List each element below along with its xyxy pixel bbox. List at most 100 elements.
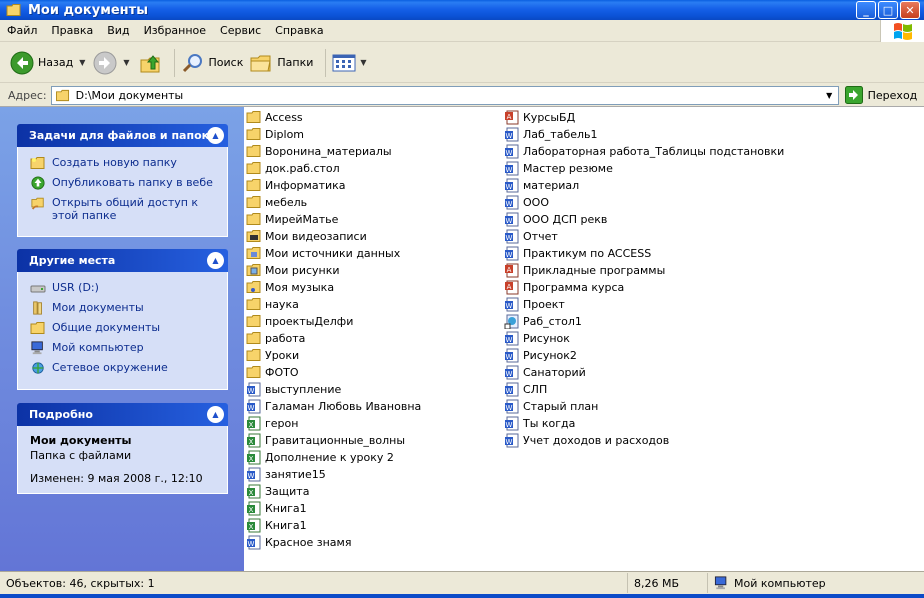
collapse-icon[interactable]: ▲ bbox=[207, 127, 224, 144]
list-item[interactable]: W Практикум по ACCESS bbox=[504, 245, 784, 262]
file-folder-tasks-panel: Задачи для файлов и папок ▲ Создать нову… bbox=[17, 124, 228, 237]
word-doc-icon: W bbox=[505, 416, 519, 431]
folder-icon bbox=[246, 332, 261, 344]
list-item[interactable]: W Рисунок bbox=[504, 330, 784, 347]
place-shared-documents[interactable]: Общие документы bbox=[30, 321, 217, 335]
list-item[interactable]: W Рисунок2 bbox=[504, 347, 784, 364]
list-item[interactable]: A Программа курса bbox=[504, 279, 784, 296]
list-item[interactable]: W ООО ДСП рекв bbox=[504, 211, 784, 228]
list-item[interactable]: W Мастер резюме bbox=[504, 160, 784, 177]
list-item[interactable]: Мои источники данных bbox=[246, 245, 421, 262]
task-new-folder[interactable]: Создать новую папку bbox=[30, 156, 217, 170]
list-item[interactable]: W Санаторий bbox=[504, 364, 784, 381]
list-item[interactable]: Воронина_материалы bbox=[246, 143, 421, 160]
list-item[interactable]: W Старый план bbox=[504, 398, 784, 415]
list-item[interactable]: ФОТО bbox=[246, 364, 421, 381]
list-item[interactable]: X Книга1 bbox=[246, 517, 421, 534]
list-item[interactable]: док.раб.стол bbox=[246, 160, 421, 177]
place-my-computer[interactable]: Мой компьютер bbox=[30, 341, 217, 355]
file-name: Красное знамя bbox=[265, 536, 352, 549]
list-item[interactable]: A Прикладные программы bbox=[504, 262, 784, 279]
list-item[interactable]: Мои видеозаписи bbox=[246, 228, 421, 245]
menu-edit[interactable]: Правка bbox=[44, 24, 100, 37]
menu-favorites[interactable]: Избранное bbox=[137, 24, 213, 37]
svg-text:W: W bbox=[506, 149, 513, 157]
list-item[interactable]: W Учет доходов и расходов bbox=[504, 432, 784, 449]
list-item[interactable]: Информатика bbox=[246, 177, 421, 194]
file-list[interactable]: Access Diplom Воронина_материалы док.раб.ст… bbox=[244, 106, 924, 571]
list-item[interactable]: X Книга1 bbox=[246, 500, 421, 517]
maximize-button[interactable]: □ bbox=[878, 1, 898, 19]
list-item[interactable]: мебель bbox=[246, 194, 421, 211]
task-publish-web[interactable]: Опубликовать папку в вебе bbox=[30, 176, 217, 190]
file-name: КурсыБД bbox=[523, 111, 576, 124]
list-item[interactable]: Access bbox=[246, 109, 421, 126]
views-button[interactable]: ▼ bbox=[332, 53, 374, 73]
chevron-down-icon[interactable]: ▼ bbox=[123, 58, 129, 67]
place-network[interactable]: Сетевое окружение bbox=[30, 361, 217, 375]
folders-label: Папки bbox=[277, 56, 314, 69]
list-item[interactable]: Уроки bbox=[246, 347, 421, 364]
minimize-button[interactable]: _ bbox=[856, 1, 876, 19]
place-my-documents[interactable]: Мои документы bbox=[30, 301, 217, 315]
details-header[interactable]: Подробно ▲ bbox=[17, 403, 228, 426]
list-item[interactable]: W Галаман Любовь Ивановна bbox=[246, 398, 421, 415]
list-item[interactable]: МирейМатье bbox=[246, 211, 421, 228]
list-item[interactable]: наука bbox=[246, 296, 421, 313]
details-type: Папка с файлами bbox=[30, 449, 132, 462]
menu-help[interactable]: Справка bbox=[268, 24, 330, 37]
list-item[interactable]: Diplom bbox=[246, 126, 421, 143]
address-input[interactable]: D:\Мои документы ▼ bbox=[50, 85, 839, 105]
menu-tools[interactable]: Сервис bbox=[213, 24, 268, 37]
svg-text:W: W bbox=[506, 387, 513, 395]
chevron-down-icon[interactable]: ▼ bbox=[79, 58, 85, 67]
list-item[interactable]: A КурсыБД bbox=[504, 109, 784, 126]
list-item[interactable]: Wзанятие15 bbox=[246, 466, 421, 483]
list-item[interactable]: работа bbox=[246, 330, 421, 347]
list-item[interactable]: W Красное знамя bbox=[246, 534, 421, 551]
list-item[interactable]: W Проект bbox=[504, 296, 784, 313]
list-item[interactable]: W Лаб_табель1 bbox=[504, 126, 784, 143]
list-item[interactable]: проектыДелфи bbox=[246, 313, 421, 330]
list-item[interactable]: W Лабораторная работа_Таблицы подстановки bbox=[504, 143, 784, 160]
word-doc-icon: W bbox=[505, 127, 519, 142]
search-button[interactable]: Поиск bbox=[181, 51, 243, 75]
folders-button[interactable]: Папки bbox=[249, 51, 313, 75]
chevron-down-icon[interactable]: ▼ bbox=[822, 88, 837, 103]
list-item[interactable]: Wвыступление bbox=[246, 381, 421, 398]
list-item[interactable]: X Дополнение к уроку 2 bbox=[246, 449, 421, 466]
list-item[interactable]: W СЛП bbox=[504, 381, 784, 398]
status-bar: Объектов: 46, скрытых: 1 8,26 МБ Мой ком… bbox=[0, 571, 924, 594]
go-arrow-icon bbox=[844, 86, 863, 104]
list-item[interactable]: W Отчет bbox=[504, 228, 784, 245]
list-item[interactable]: Раб_стол1 bbox=[504, 313, 784, 330]
close-button[interactable]: ✕ bbox=[900, 1, 920, 19]
list-item[interactable]: W Ты когда bbox=[504, 415, 784, 432]
list-item[interactable]: Wматериал bbox=[504, 177, 784, 194]
list-item[interactable]: Xгерон bbox=[246, 415, 421, 432]
collapse-icon[interactable]: ▲ bbox=[207, 406, 224, 423]
status-location-label: Мой компьютер bbox=[734, 576, 826, 590]
title-bar[interactable]: Мои документы _ □ ✕ bbox=[0, 0, 924, 20]
go-button[interactable]: Переход bbox=[844, 86, 917, 104]
chevron-down-icon[interactable]: ▼ bbox=[360, 58, 366, 67]
place-drive-d[interactable]: USR (D:) bbox=[30, 281, 217, 295]
task-share-folder[interactable]: Открыть общий доступ к этой папке bbox=[30, 196, 217, 222]
list-item[interactable]: Моя музыка bbox=[246, 279, 421, 296]
file-name: Раб_стол1 bbox=[523, 315, 582, 328]
file-folder-tasks-header[interactable]: Задачи для файлов и папок ▲ bbox=[17, 124, 228, 147]
list-item[interactable]: Мои рисунки bbox=[246, 262, 421, 279]
list-item[interactable]: W ООО bbox=[504, 194, 784, 211]
list-item[interactable]: X Защита bbox=[246, 483, 421, 500]
forward-button[interactable] bbox=[93, 51, 117, 75]
menu-view[interactable]: Вид bbox=[100, 24, 136, 37]
task-pane: Задачи для файлов и папок ▲ Создать нову… bbox=[0, 106, 244, 571]
up-folder-button[interactable] bbox=[138, 51, 162, 75]
other-places-header[interactable]: Другие места ▲ bbox=[17, 249, 228, 272]
list-item[interactable]: X Гравитационные_волны bbox=[246, 432, 421, 449]
back-button[interactable]: Назад bbox=[10, 51, 73, 75]
folder-icon bbox=[55, 89, 69, 101]
forward-arrow-icon bbox=[93, 51, 117, 74]
menu-file[interactable]: Файл bbox=[0, 24, 44, 37]
collapse-icon[interactable]: ▲ bbox=[207, 252, 224, 269]
